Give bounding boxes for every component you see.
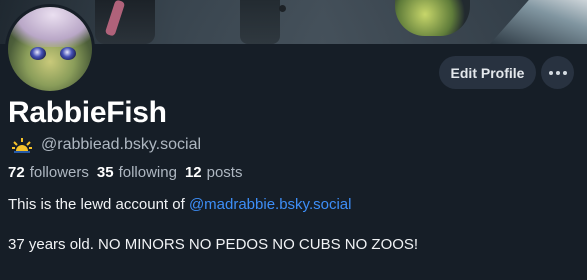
followers-label: followers [29,164,89,181]
following-stat[interactable]: 35 following [97,164,177,181]
posts-stat: 12 posts [185,164,243,181]
banner-figure-middle [240,0,280,44]
profile-handle[interactable]: @rabbiead.bsky.social [41,136,201,154]
avatar[interactable] [5,4,95,94]
following-label: following [118,164,177,181]
avatar-hair [8,7,92,47]
followers-stat[interactable]: 72 followers [8,164,89,181]
avatar-eye-right [60,47,76,60]
profile-stats: 72 followers 35 following 12 posts [8,164,242,181]
posts-count: 12 [184,164,202,181]
bio-line-2: 37 years old. NO MINORS NO PEDOS NO CUBS… [8,236,419,253]
avatar-eye-left [30,47,46,60]
followers-count: 72 [8,164,25,181]
display-name: RabbieFish [8,96,167,129]
handle-row: @rabbiead.bsky.social [12,136,201,154]
bio-line-1: This is the lewd account of @madrabbie.b… [8,196,351,213]
following-count: 35 [96,164,114,181]
bio-text: This is the lewd account of [8,196,189,213]
sun-icon [12,138,32,153]
edit-profile-button[interactable]: Edit Profile [439,56,536,89]
bio-mention-link[interactable]: @madrabbie.bsky.social [189,196,352,213]
banner-figure-left [95,0,155,44]
banner-small-object [279,5,286,12]
more-dots-icon [548,70,567,75]
posts-label: posts [206,164,243,181]
more-options-button[interactable] [541,56,574,89]
